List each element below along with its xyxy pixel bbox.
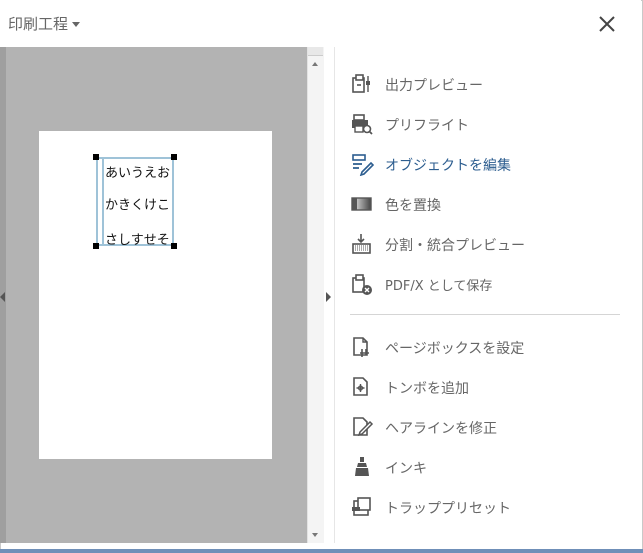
window-bottom-edge bbox=[0, 549, 643, 553]
replace-color-icon bbox=[351, 197, 372, 211]
resize-handle-bottom-left[interactable] bbox=[93, 243, 99, 249]
tool-set-page-box[interactable]: ページボックスを設定 bbox=[350, 332, 620, 360]
save-pdfx-icon bbox=[352, 274, 372, 295]
tool-edit-object[interactable]: オブジェクトを編集 bbox=[350, 149, 620, 177]
tool-label: プリフライト bbox=[385, 118, 469, 134]
set-page-box-icon bbox=[353, 337, 369, 357]
tool-label: トンボを追加 bbox=[385, 381, 469, 397]
tool-fix-hairlines[interactable]: ヘアラインを修正 bbox=[350, 412, 620, 440]
tool-add-printer-marks[interactable]: トンボを追加 bbox=[350, 372, 620, 400]
text-line-2[interactable]: かきくけこ bbox=[105, 194, 170, 213]
tool-preflight[interactable]: プリフライト bbox=[350, 109, 620, 137]
left-panel-toggle-icon[interactable] bbox=[0, 292, 5, 302]
tool-label: ページボックスを設定 bbox=[385, 341, 525, 357]
vertical-scrollbar[interactable] bbox=[307, 47, 324, 543]
preflight-icon bbox=[352, 114, 373, 135]
tool-label: オブジェクトを編集 bbox=[385, 158, 511, 174]
tool-replace-color[interactable]: 色を置換 bbox=[350, 189, 620, 217]
fix-hairlines-icon bbox=[353, 417, 374, 437]
panel-title: 印刷工程 bbox=[8, 15, 69, 33]
resize-handle-top-right[interactable] bbox=[171, 154, 177, 160]
output-preview-icon bbox=[352, 74, 370, 93]
panel-divider bbox=[334, 47, 335, 543]
close-icon[interactable] bbox=[595, 12, 619, 36]
add-printer-marks-icon bbox=[353, 377, 368, 396]
tool-ink[interactable]: インキ bbox=[350, 452, 620, 480]
text-line-3[interactable]: さしすせそ bbox=[105, 229, 170, 248]
flattener-preview-icon bbox=[352, 234, 371, 254]
scroll-up-arrow-icon[interactable] bbox=[312, 62, 318, 66]
tool-label: トラッププリセット bbox=[385, 501, 511, 517]
tool-label: ヘアラインを修正 bbox=[385, 421, 497, 437]
tool-label: 分割・統合プレビュー bbox=[385, 238, 525, 254]
text-line-1[interactable]: あいうえお bbox=[105, 162, 170, 181]
tool-trap-presets[interactable]: トラッププリセット bbox=[350, 492, 620, 520]
tool-group-separator bbox=[350, 314, 620, 315]
resize-handle-top-left[interactable] bbox=[93, 154, 99, 160]
ink-icon bbox=[355, 457, 369, 476]
scroll-down-arrow-icon[interactable] bbox=[312, 533, 318, 537]
header: 印刷工程 bbox=[0, 0, 641, 47]
edit-object-icon bbox=[352, 154, 374, 176]
tool-label: 色を置換 bbox=[385, 198, 441, 214]
tool-flattener-preview[interactable]: 分割・統合プレビュー bbox=[350, 229, 620, 257]
dropdown-caret-icon bbox=[72, 22, 81, 27]
panel-title-dropdown[interactable]: 印刷工程 bbox=[8, 13, 81, 34]
tool-output-preview[interactable]: 出力プレビュー bbox=[350, 69, 620, 97]
trap-presets-icon bbox=[352, 497, 371, 516]
resize-handle-bottom-right[interactable] bbox=[171, 243, 177, 249]
tool-label: PDF/X として保存 bbox=[385, 279, 493, 294]
right-panel-toggle-icon[interactable] bbox=[326, 292, 331, 302]
tool-label: インキ bbox=[385, 461, 427, 477]
tool-label: 出力プレビュー bbox=[385, 78, 483, 94]
scrollbar-thumb[interactable] bbox=[308, 47, 323, 56]
tool-save-pdfx[interactable]: PDF/X として保存 bbox=[350, 269, 620, 297]
